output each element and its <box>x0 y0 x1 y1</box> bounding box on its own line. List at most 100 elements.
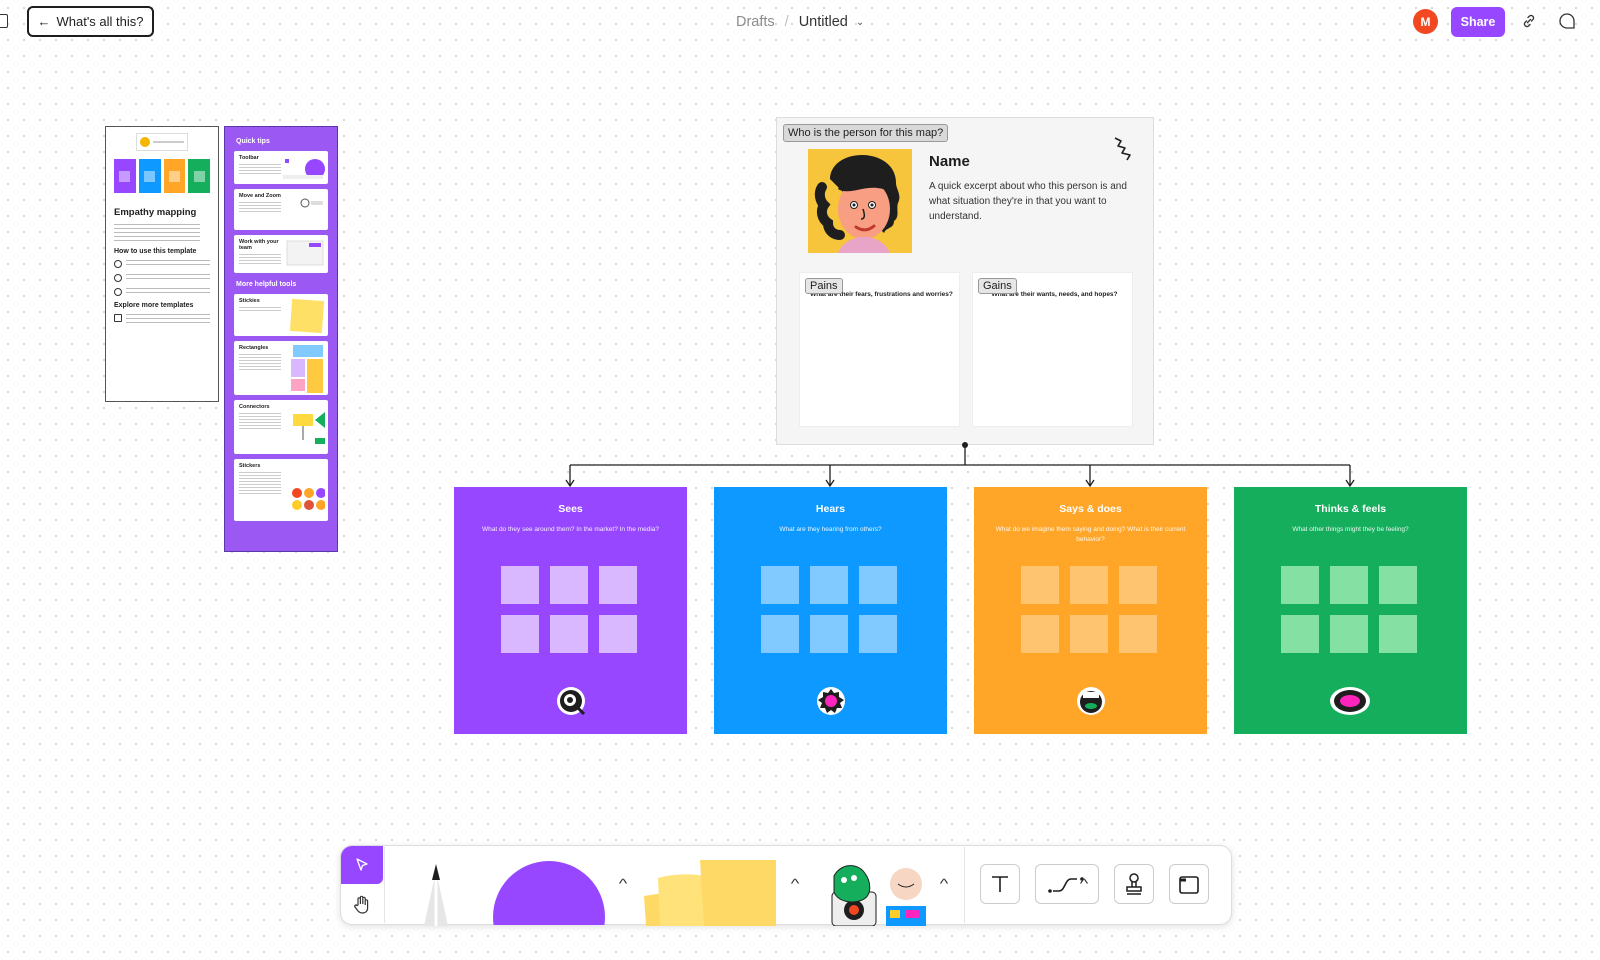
sticky-grid <box>1021 566 1157 653</box>
breadcrumb: Drafts / Untitled ⌄ <box>736 12 864 32</box>
persona-portrait[interactable] <box>808 149 912 253</box>
sidebar-toggle-icon[interactable] <box>0 14 8 28</box>
persona-question-label: Who is the person for this map? <box>783 124 949 142</box>
sticky-note[interactable] <box>810 566 848 604</box>
whats-all-this-button[interactable]: ← What's all this? <box>27 6 154 37</box>
shape-options-chevron-up-icon[interactable]: ^ <box>619 876 628 891</box>
hand-icon <box>354 895 369 914</box>
sticky-note[interactable] <box>1021 566 1059 604</box>
quadrant-title[interactable]: Sees <box>454 503 687 515</box>
pains-box[interactable]: Pains What are their fears, frustrations… <box>799 272 960 427</box>
sticky-note[interactable] <box>599 615 637 653</box>
quadrant-title[interactable]: Thinks & feels <box>1234 503 1467 515</box>
sticky-note[interactable] <box>1021 615 1059 653</box>
quadrant-title[interactable]: Says & does <box>974 503 1207 515</box>
connector-tool-button[interactable] <box>1035 864 1099 904</box>
stamp-icon <box>1126 873 1142 895</box>
quadrant-question[interactable]: What do we imagine them saying and doing… <box>974 525 1207 545</box>
sticky-options-chevron-up-icon[interactable]: ^ <box>791 876 800 891</box>
toolbar-divider <box>964 847 965 923</box>
quadrant-question[interactable]: What do they see around them? In the mar… <box>454 525 687 535</box>
persona-name[interactable]: Name <box>929 153 970 170</box>
sticky-illustration <box>289 298 325 334</box>
tool-card-rectangles: Rectangles <box>234 341 328 395</box>
sticky-note[interactable] <box>550 566 588 604</box>
sticky-note[interactable] <box>1119 615 1157 653</box>
gains-box[interactable]: Gains What are their wants, needs, and h… <box>972 272 1133 427</box>
sticky-note[interactable] <box>1379 615 1417 653</box>
rectangles-illustration <box>291 345 323 393</box>
thought-bubble-sticker-icon[interactable] <box>1329 686 1371 716</box>
persona-description[interactable]: A quick excerpt about who this person is… <box>929 179 1134 224</box>
chevron-down-icon[interactable]: ⌄ <box>856 17 864 28</box>
section-tool-button[interactable] <box>1169 864 1209 904</box>
swatch-says <box>163 159 186 193</box>
quadrant-hears[interactable]: Hears What are they hearing from others? <box>714 487 947 734</box>
sticky-note[interactable] <box>501 615 539 653</box>
guide-intro-text <box>114 224 201 242</box>
sticky-note[interactable] <box>1070 566 1108 604</box>
zoom-illustration <box>300 198 323 208</box>
sticky-note[interactable] <box>501 566 539 604</box>
ear-sticker-icon[interactable] <box>816 686 846 716</box>
quadrant-says-does[interactable]: Says & does What do we imagine them sayi… <box>974 487 1207 734</box>
sticky-note[interactable] <box>1330 566 1368 604</box>
back-button-label: What's all this? <box>56 14 144 29</box>
avatar[interactable]: M <box>1413 9 1438 34</box>
quadrant-title[interactable]: Hears <box>714 503 947 515</box>
guide-step <box>114 274 210 282</box>
shape-tool-circle-icon[interactable] <box>492 859 606 925</box>
swatch-sees <box>114 159 136 193</box>
sticky-note[interactable] <box>1119 566 1157 604</box>
guide-how-to-heading: How to use this template <box>114 248 197 255</box>
section-icon <box>1179 876 1199 894</box>
sticky-note[interactable] <box>859 615 897 653</box>
sticky-note[interactable] <box>761 566 799 604</box>
persona-card[interactable]: Who is the person for this map? Name A q… <box>776 117 1154 445</box>
move-tool-button[interactable] <box>341 846 383 884</box>
toolbar-divider <box>384 847 385 923</box>
stamp-tool-button[interactable] <box>1114 864 1154 904</box>
sticky-note[interactable] <box>550 615 588 653</box>
sticky-note[interactable] <box>810 615 848 653</box>
quadrant-question[interactable]: What are they hearing from others? <box>714 525 947 535</box>
sticky-grid <box>501 566 637 653</box>
quadrant-sees[interactable]: Sees What do they see around them? In th… <box>454 487 687 734</box>
sticky-note-tool-icon[interactable] <box>640 858 780 926</box>
quadrant-question[interactable]: What other things might they be feeling? <box>1234 525 1467 535</box>
sticky-note[interactable] <box>859 566 897 604</box>
mouth-sticker-icon[interactable] <box>1076 686 1106 716</box>
tool-card-connectors: Connectors <box>234 400 328 454</box>
quick-tips-panel[interactable]: Quick tips Toolbar Move and Zoom Work wi… <box>224 126 338 552</box>
connector-options-chevron-up-icon[interactable]: ^ <box>1080 876 1089 891</box>
sticky-note[interactable] <box>1330 615 1368 653</box>
breadcrumb-separator: / <box>784 14 789 30</box>
hand-tool-button[interactable] <box>341 886 383 924</box>
link-icon[interactable] <box>1521 13 1537 29</box>
file-title[interactable]: Untitled <box>799 14 848 30</box>
swatch-thinks <box>188 159 210 193</box>
comment-icon[interactable] <box>1558 12 1576 30</box>
sticky-note[interactable] <box>1379 566 1417 604</box>
eye-sticker-icon[interactable] <box>556 686 586 716</box>
breadcrumb-drafts[interactable]: Drafts <box>736 14 775 30</box>
squiggle-icon <box>1114 137 1131 161</box>
text-tool-button[interactable] <box>980 864 1020 904</box>
share-button[interactable]: Share <box>1451 7 1505 37</box>
sticky-grid <box>761 566 897 653</box>
person-illustration-icon <box>814 155 900 253</box>
sticky-note[interactable] <box>1070 615 1108 653</box>
template-guide[interactable]: Empathy mapping How to use this template… <box>105 126 219 402</box>
guide-step <box>114 288 210 296</box>
stickers-tool-icon[interactable] <box>826 862 930 926</box>
team-illustration <box>286 240 324 266</box>
sticky-note[interactable] <box>599 566 637 604</box>
pencil-tool-icon[interactable] <box>408 858 464 926</box>
sticky-note[interactable] <box>1281 615 1319 653</box>
connector-lines[interactable] <box>560 440 1360 490</box>
sticky-note[interactable] <box>761 615 799 653</box>
stickers-options-chevron-up-icon[interactable]: ^ <box>940 876 949 891</box>
cursor-icon <box>356 858 368 871</box>
quadrant-thinks-feels[interactable]: Thinks & feels What other things might t… <box>1234 487 1467 734</box>
sticky-note[interactable] <box>1281 566 1319 604</box>
